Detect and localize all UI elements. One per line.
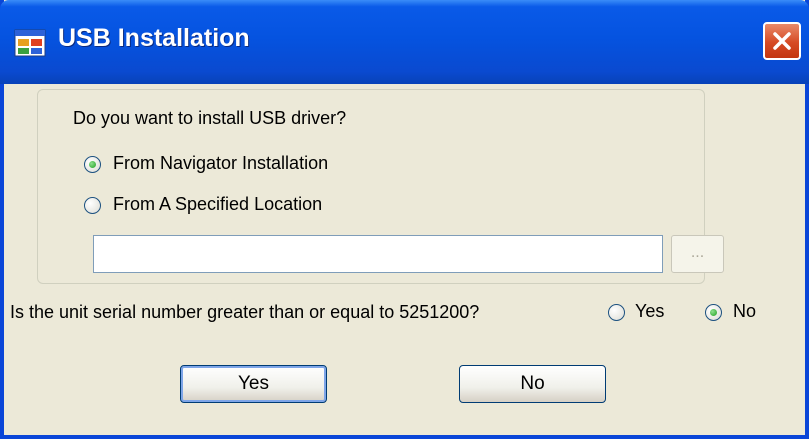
location-path-input[interactable]	[93, 235, 663, 273]
usb-installation-dialog: USB Installation Do you want to install …	[0, 0, 809, 439]
radio-from-specified-location[interactable]	[84, 197, 101, 214]
radio-serial-no-label[interactable]: No	[733, 301, 756, 322]
radio-from-navigator-label[interactable]: From Navigator Installation	[113, 153, 328, 174]
browse-button[interactable]: ...	[671, 235, 724, 273]
driver-source-group: Do you want to install USB driver? From …	[37, 89, 724, 284]
radio-serial-yes[interactable]	[608, 304, 625, 321]
radio-selected-dot	[710, 309, 717, 316]
radio-selected-dot	[89, 161, 96, 168]
radio-serial-yes-label[interactable]: Yes	[635, 301, 664, 322]
yes-button[interactable]: Yes	[180, 365, 327, 403]
no-button[interactable]: No	[459, 365, 606, 403]
radio-serial-no[interactable]	[705, 304, 722, 321]
driver-question-label: Do you want to install USB driver?	[73, 108, 347, 128]
serial-question-label: Is the unit serial number greater than o…	[10, 302, 480, 322]
radio-from-navigator[interactable]	[84, 156, 101, 173]
close-icon	[773, 32, 791, 50]
radio-from-specified-location-label[interactable]: From A Specified Location	[113, 194, 322, 215]
close-button[interactable]	[763, 22, 801, 60]
title-bar[interactable]: USB Installation	[0, 0, 809, 84]
window-title: USB Installation	[58, 24, 250, 52]
app-window-icon	[14, 29, 46, 57]
dialog-content: Do you want to install USB driver? From …	[4, 84, 805, 435]
